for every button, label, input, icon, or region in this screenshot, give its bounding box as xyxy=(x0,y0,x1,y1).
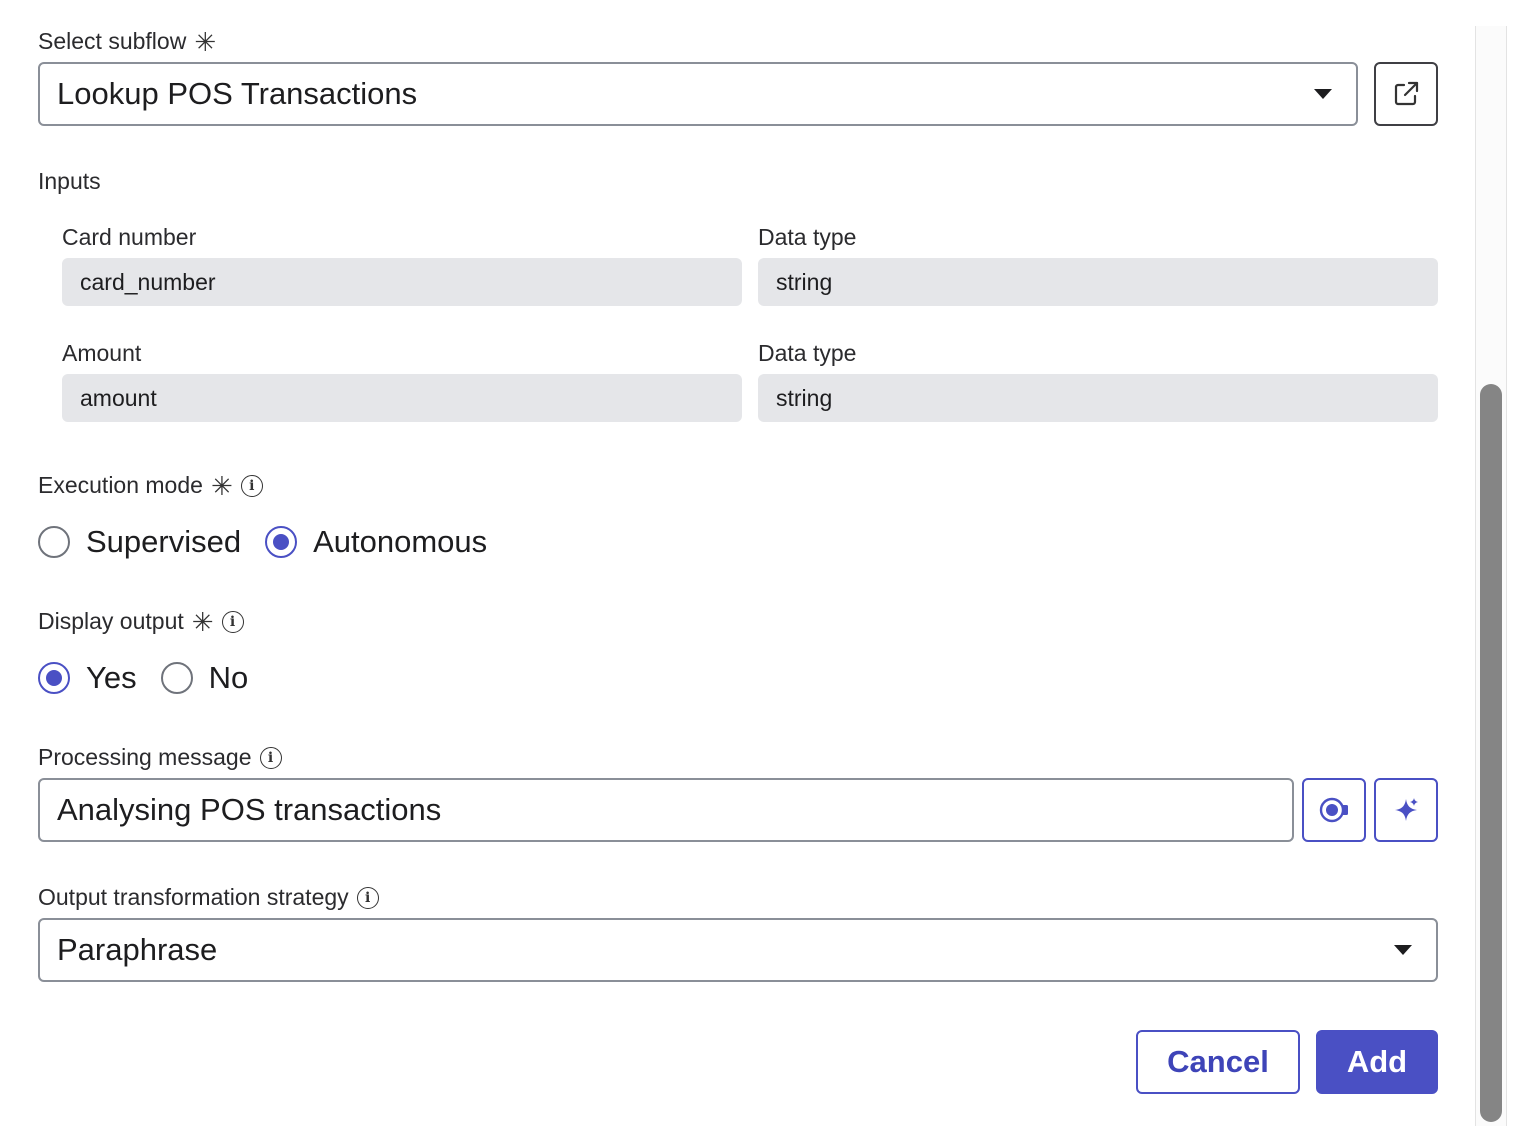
card-number-label: Card number xyxy=(62,224,197,250)
radio-yes-label: Yes xyxy=(86,660,137,695)
preview-button[interactable] xyxy=(1302,778,1366,842)
open-subflow-button[interactable] xyxy=(1374,62,1438,126)
chevron-down-icon xyxy=(1314,89,1332,99)
required-asterisk-icon: ✳ xyxy=(194,26,217,57)
display-output-label: Display output ✳ i xyxy=(38,608,244,635)
radio-button-checked[interactable] xyxy=(38,662,70,694)
sparkle-icon xyxy=(1395,798,1418,821)
card-number-field: card_number xyxy=(62,258,742,306)
chevron-down-icon xyxy=(1394,945,1412,955)
amount-field: amount xyxy=(62,374,742,422)
radio-autonomous[interactable]: Autonomous xyxy=(265,524,487,560)
card-number-type-label: Data type xyxy=(758,224,857,250)
inputs-section-label: Inputs xyxy=(38,168,101,194)
radio-button[interactable] xyxy=(160,662,193,694)
display-output-label-text: Display output xyxy=(38,608,184,634)
subflow-label: Select subflow ✳ xyxy=(38,28,216,55)
cancel-button[interactable]: Cancel xyxy=(1136,1030,1300,1094)
display-output-radio-group: Yes No xyxy=(38,660,272,696)
execution-mode-label: Execution mode ✳ i xyxy=(38,472,263,499)
amount-label: Amount xyxy=(62,340,142,366)
processing-message-label: Processing message i xyxy=(38,744,282,771)
info-icon[interactable]: i xyxy=(240,474,263,497)
preview-icon xyxy=(1319,797,1348,823)
radio-supervised[interactable]: Supervised xyxy=(38,524,241,560)
radio-no-label: No xyxy=(208,660,249,695)
execution-mode-label-text: Execution mode xyxy=(38,472,203,498)
output-strategy-selected-value: Paraphrase xyxy=(57,932,218,967)
required-asterisk-icon: ✳ xyxy=(191,606,214,637)
scrollbar-thumb[interactable] xyxy=(1480,384,1502,1122)
radio-autonomous-label: Autonomous xyxy=(313,524,488,559)
processing-message-input[interactable]: Analysing POS transactions xyxy=(38,778,1294,842)
subflow-label-text: Select subflow xyxy=(38,28,187,54)
required-asterisk-icon: ✳ xyxy=(210,470,233,501)
output-strategy-label: Output transformation strategy i xyxy=(38,884,379,911)
radio-no[interactable]: No xyxy=(160,660,249,696)
radio-supervised-label: Supervised xyxy=(86,524,242,559)
execution-mode-radio-group: Supervised Autonomous xyxy=(38,524,511,560)
processing-message-label-text: Processing message xyxy=(38,744,252,770)
amount-type-label: Data type xyxy=(758,340,857,366)
radio-yes[interactable]: Yes xyxy=(38,660,137,696)
info-icon[interactable]: i xyxy=(356,886,379,909)
card-number-type-field: string xyxy=(758,258,1438,306)
external-link-icon xyxy=(1394,81,1419,106)
processing-message-value: Analysing POS transactions xyxy=(57,792,442,827)
output-strategy-label-text: Output transformation strategy xyxy=(38,884,349,910)
radio-button[interactable] xyxy=(38,526,70,558)
amount-type-field: string xyxy=(758,374,1438,422)
subflow-select[interactable]: Lookup POS Transactions xyxy=(38,62,1358,126)
ai-generate-button[interactable] xyxy=(1374,778,1438,842)
info-icon[interactable]: i xyxy=(259,746,282,769)
radio-button-checked[interactable] xyxy=(265,526,298,558)
subflow-selected-value: Lookup POS Transactions xyxy=(57,76,418,111)
output-strategy-select[interactable]: Paraphrase xyxy=(38,918,1438,982)
add-button[interactable]: Add xyxy=(1316,1030,1438,1094)
info-icon[interactable]: i xyxy=(221,610,244,633)
